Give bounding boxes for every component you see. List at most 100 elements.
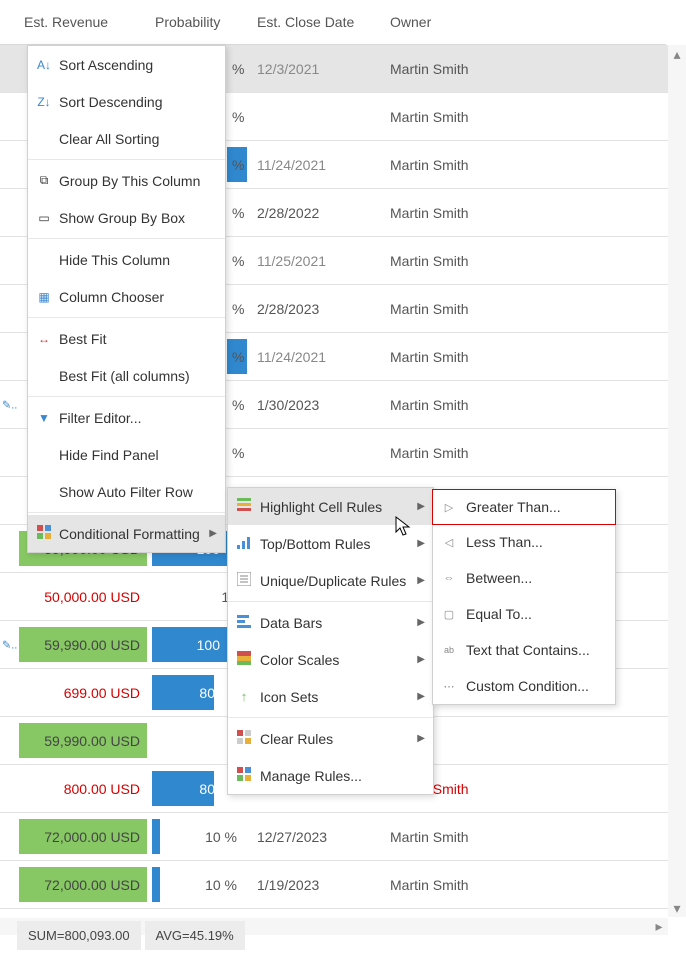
- summary-sum: SUM=800,093.00: [17, 921, 141, 950]
- summary-footer: SUM=800,093.00 AVG=45.19%: [17, 921, 245, 950]
- menu-label: Filter Editor...: [59, 410, 141, 426]
- menu-column-chooser[interactable]: ▦Column Chooser: [28, 278, 225, 315]
- menu-filter-editor[interactable]: ▼Filter Editor...: [28, 399, 225, 436]
- menu-label: Icon Sets: [260, 689, 318, 705]
- menu-data-bars[interactable]: Data Bars▶: [228, 604, 433, 641]
- menu-label: Color Scales: [260, 652, 339, 668]
- menu-best-fit[interactable]: ↔ Best Fit: [28, 320, 225, 357]
- menu-label: Text that Contains...: [466, 642, 590, 658]
- menu-clear-sorting[interactable]: Clear All Sorting: [28, 120, 225, 157]
- highlight-icon: [236, 498, 252, 515]
- menu-label: Highlight Cell Rules: [260, 499, 382, 515]
- greater-than-icon: ▷: [441, 501, 457, 514]
- less-than-icon: ◁: [441, 536, 457, 549]
- submenu-arrow-icon: ▶: [209, 528, 217, 539]
- sort-asc-icon: A↓: [36, 58, 52, 72]
- menu-color-scales[interactable]: Color Scales▶: [228, 641, 433, 678]
- header-est-revenue[interactable]: Est. Revenue: [24, 14, 144, 30]
- probability-value: 10 %: [152, 813, 247, 860]
- iconsets-icon: ↑: [236, 689, 252, 704]
- menu-label: Conditional Formatting: [59, 526, 200, 542]
- probability-value: 10 %: [152, 861, 247, 908]
- sort-desc-icon: Z↓: [36, 95, 52, 109]
- menu-manage-rules[interactable]: Manage Rules...: [228, 757, 433, 794]
- revenue-value: 72,000.00 USD: [17, 861, 147, 908]
- header-probability[interactable]: Probability: [155, 14, 225, 30]
- close-date-value: 12/3/2021: [257, 45, 377, 92]
- menu-separator: [28, 317, 225, 318]
- menu-label: Column Chooser: [59, 289, 164, 305]
- percent-symbol: %: [232, 141, 244, 188]
- menu-greater-than[interactable]: ▷Greater Than...: [432, 489, 616, 525]
- probability-value: 80: [152, 669, 225, 716]
- menu-clear-rules[interactable]: Clear Rules▶: [228, 720, 433, 757]
- menu-sort-ascending[interactable]: A↓ Sort Ascending: [28, 46, 225, 83]
- vertical-scrollbar[interactable]: ▴ ▾: [668, 45, 686, 917]
- column-context-menu[interactable]: A↓ Sort Ascending Z↓Sort Descending Clear…: [27, 45, 226, 553]
- menu-icon-sets[interactable]: ↑Icon Sets▶: [228, 678, 433, 715]
- menu-label: Show Group By Box: [59, 210, 185, 226]
- unique-icon: [236, 572, 252, 589]
- menu-label: Hide Find Panel: [59, 447, 159, 463]
- percent-symbol: %: [232, 381, 244, 428]
- close-date-value: 2/28/2022: [257, 189, 377, 236]
- edit-indicator-icon: ✎..: [2, 398, 17, 411]
- conditional-formatting-submenu[interactable]: Highlight Cell Rules▶ Top/Bottom Rules▶ …: [227, 487, 434, 795]
- percent-symbol: %: [232, 45, 244, 92]
- menu-label: Data Bars: [260, 615, 322, 631]
- menu-equal-to[interactable]: ▢Equal To...: [433, 596, 615, 632]
- menu-label: Show Auto Filter Row: [59, 484, 193, 500]
- table-row[interactable]: 72,000.00 USD10 %1/19/2023Martin Smith: [0, 861, 668, 909]
- menu-label: Sort Ascending: [59, 57, 153, 73]
- menu-less-than[interactable]: ◁Less Than...: [433, 524, 615, 560]
- menu-label: Best Fit: [59, 331, 106, 347]
- menu-show-group-box[interactable]: ▭Show Group By Box: [28, 199, 225, 236]
- owner-value: Martin Smith: [390, 45, 540, 92]
- owner-value: Martin Smith: [390, 237, 540, 284]
- menu-best-fit-all[interactable]: Best Fit (all columns): [28, 357, 225, 394]
- menu-top-bottom-rules[interactable]: Top/Bottom Rules▶: [228, 525, 433, 562]
- menu-custom-condition[interactable]: ⋯Custom Condition...: [433, 668, 615, 704]
- text-contains-icon: ab: [441, 645, 457, 655]
- percent-symbol: %: [232, 237, 244, 284]
- menu-separator: [28, 159, 225, 160]
- probability-value: 100: [152, 621, 230, 668]
- scroll-down-icon[interactable]: ▾: [668, 899, 686, 917]
- scroll-up-icon[interactable]: ▴: [668, 45, 686, 63]
- menu-conditional-formatting[interactable]: Conditional Formatting ▶: [28, 515, 225, 552]
- menu-group-by-column[interactable]: ⧉Group By This Column: [28, 162, 225, 199]
- percent-symbol: %: [232, 189, 244, 236]
- header-owner[interactable]: Owner: [390, 14, 510, 30]
- owner-value: Martin Smith: [390, 141, 540, 188]
- clear-rules-icon: [236, 730, 252, 747]
- close-date-value: 11/25/2021: [257, 237, 377, 284]
- owner-value: Martin Smith: [390, 285, 540, 332]
- revenue-value: 59,990.00 USD: [17, 621, 147, 668]
- header-est-close-date[interactable]: Est. Close Date: [257, 14, 377, 30]
- summary-avg: AVG=45.19%: [145, 921, 245, 950]
- custom-condition-icon: ⋯: [441, 680, 457, 693]
- menu-unique-duplicate-rules[interactable]: Unique/Duplicate Rules▶: [228, 562, 433, 599]
- menu-highlight-cell-rules[interactable]: Highlight Cell Rules▶: [228, 488, 433, 525]
- best-fit-icon: ↔: [36, 332, 52, 346]
- menu-separator: [228, 601, 433, 602]
- menu-text-contains[interactable]: ab Text that Contains...: [433, 632, 615, 668]
- menu-sort-descending[interactable]: Z↓Sort Descending: [28, 83, 225, 120]
- menu-show-auto-filter[interactable]: Show Auto Filter Row: [28, 473, 225, 510]
- menu-hide-column[interactable]: Hide This Column: [28, 241, 225, 278]
- owner-value: Martin Smith: [390, 429, 540, 476]
- close-date-value: 12/27/2023: [257, 813, 377, 860]
- menu-hide-find-panel[interactable]: Hide Find Panel: [28, 436, 225, 473]
- revenue-value: 59,990.00 USD: [17, 717, 147, 764]
- between-icon: ⇔: [441, 572, 457, 584]
- table-row[interactable]: 72,000.00 USD10 %12/27/2023Martin Smith: [0, 813, 668, 861]
- menu-label: Equal To...: [466, 606, 532, 622]
- column-headers: Est. Revenue Probability Est. Close Date…: [0, 0, 666, 45]
- scroll-right-icon[interactable]: ▸: [650, 918, 668, 935]
- menu-between[interactable]: ⇔Between...: [433, 560, 615, 596]
- close-date-value: 1/30/2023: [257, 381, 377, 428]
- close-date-value: 11/24/2021: [257, 141, 377, 188]
- menu-label: Clear All Sorting: [59, 131, 159, 147]
- highlight-cell-rules-submenu[interactable]: ▷Greater Than... ◁Less Than... ⇔Between.…: [432, 489, 616, 705]
- menu-label: Hide This Column: [59, 252, 170, 268]
